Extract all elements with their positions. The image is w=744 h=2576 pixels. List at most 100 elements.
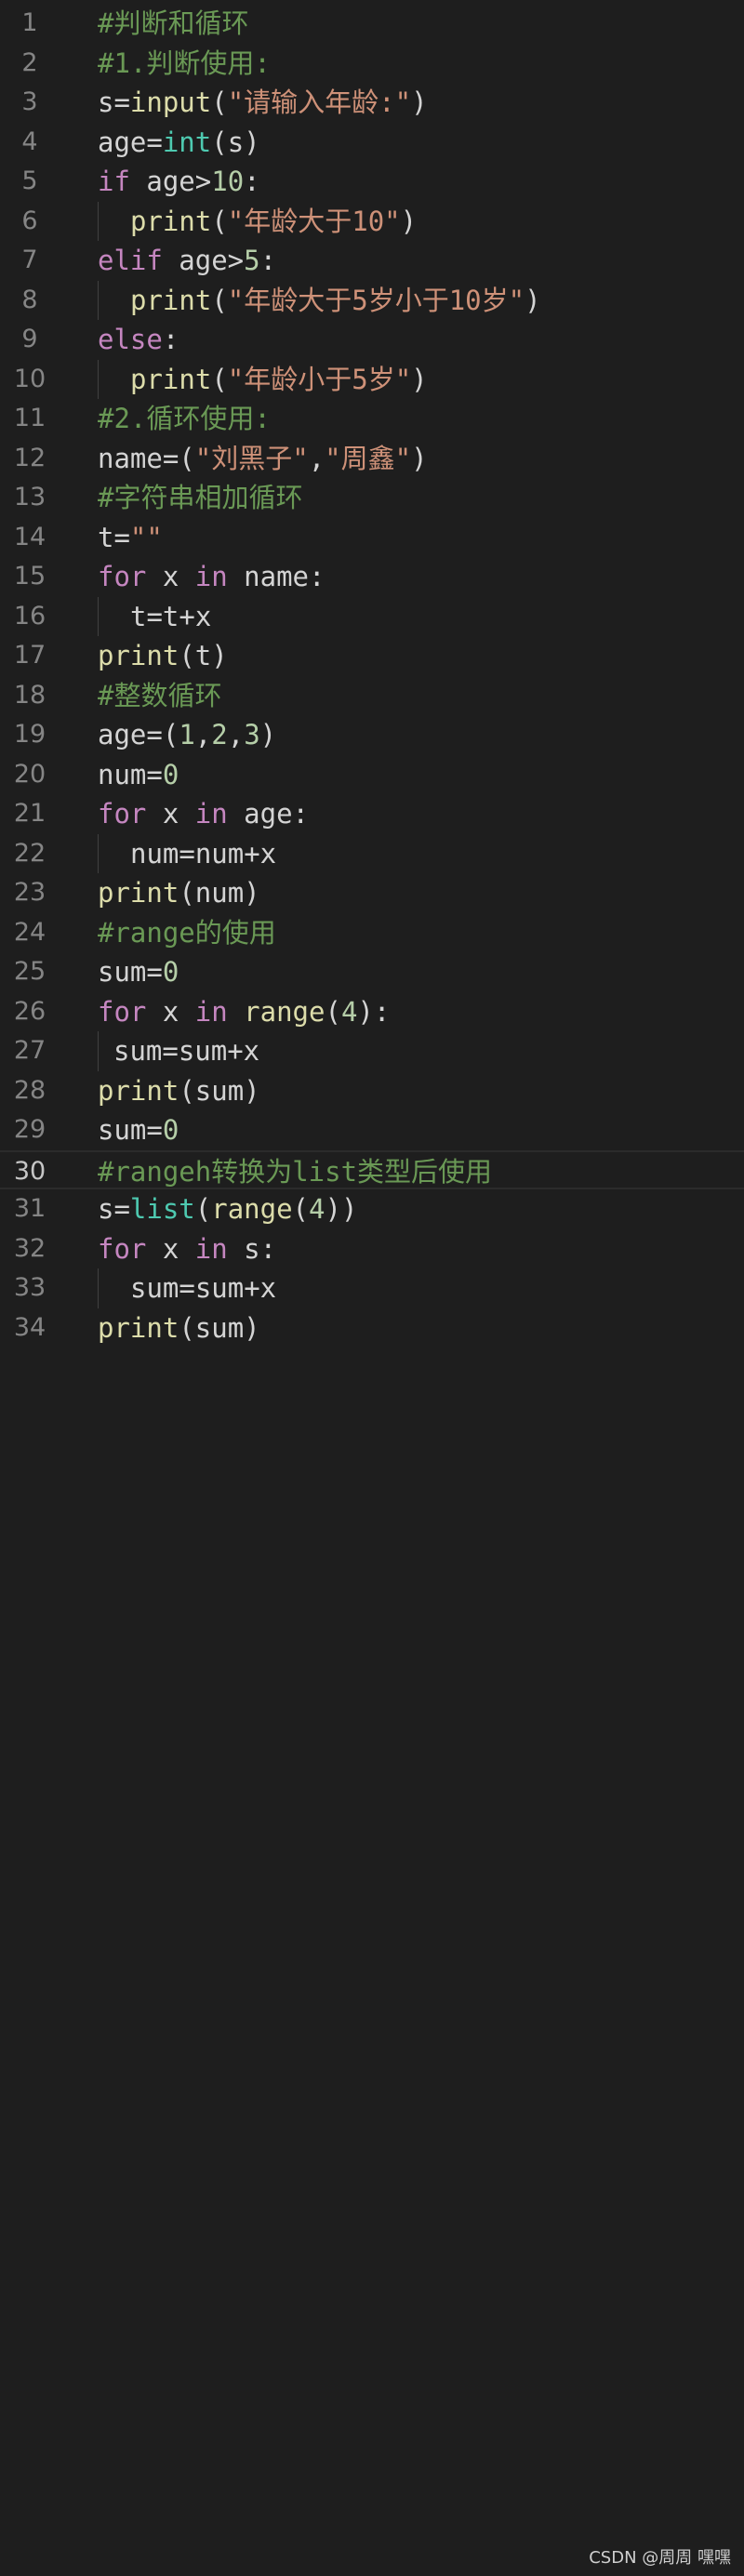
code-line[interactable]: 1 #判断和循环 — [0, 4, 744, 44]
token-string: "年龄大于5岁小于10岁" — [227, 284, 525, 316]
code-line[interactable]: 23 print(num) — [0, 873, 744, 913]
indent-guide — [98, 280, 99, 320]
code-line[interactable]: 15 for x in name: — [0, 557, 744, 597]
token-plain: age=( — [98, 719, 179, 750]
token-number: 0 — [162, 758, 179, 790]
code-line[interactable]: 27 sum=sum+x — [0, 1031, 744, 1071]
code-text: s=input("请输入年龄:") — [98, 83, 428, 123]
indent-guide — [98, 1268, 99, 1308]
line-number: 25 — [13, 957, 46, 986]
code-line[interactable]: 7 elif age>5: — [0, 241, 744, 281]
code-text: #range的使用 — [98, 913, 276, 953]
line-number: 1 — [21, 8, 38, 37]
token-plain: ( — [292, 1193, 310, 1225]
token-func: input — [129, 86, 212, 118]
token-func: print — [98, 877, 179, 909]
code-line[interactable]: 24 #range的使用 — [0, 913, 744, 953]
code-text: sum=sum+x — [130, 1268, 276, 1308]
token-keyword: for — [98, 561, 147, 592]
code-text: if age>10: — [98, 162, 260, 202]
token-plain: t=t+x — [130, 600, 212, 632]
code-line[interactable]: 31 s=list(range(4)) — [0, 1189, 744, 1229]
token-func: print — [130, 363, 212, 395]
code-line[interactable]: 19 age=(1,2,3) — [0, 715, 744, 755]
token-func: print — [98, 640, 179, 671]
line-number: 6 — [21, 206, 38, 235]
token-builtin: int — [162, 126, 212, 158]
line-number: 27 — [13, 1036, 46, 1065]
code-line[interactable]: 25 sum=0 — [0, 952, 744, 992]
code-line[interactable]: 12 name=("刘黑子","周鑫") — [0, 439, 744, 479]
code-text: age=(1,2,3) — [98, 715, 276, 755]
code-line[interactable]: 6 print("年龄大于10") — [0, 201, 744, 242]
line-number: 32 — [13, 1233, 46, 1263]
code-line[interactable]: 21 for x in age: — [0, 794, 744, 834]
code-line[interactable]: 10 print("年龄小于5岁") — [0, 359, 744, 399]
code-line[interactable]: 32 for x in s: — [0, 1229, 744, 1269]
token-comment: #rangeh转换为list类型后使用 — [98, 1155, 493, 1188]
code-line[interactable]: 18 #整数循环 — [0, 676, 744, 716]
token-plain: sum=sum+x — [130, 1272, 277, 1304]
line-number: 7 — [21, 246, 38, 274]
code-line[interactable]: 22 num=num+x — [0, 833, 744, 873]
line-number: 34 — [13, 1312, 46, 1342]
line-number: 24 — [13, 917, 46, 947]
token-keyword: if — [98, 166, 130, 197]
token-plain: sum=sum+x — [113, 1035, 260, 1067]
code-line[interactable]: 9 else: — [0, 320, 744, 360]
token-plain: : — [259, 245, 277, 276]
token-func: print — [130, 284, 212, 316]
indent-guide — [98, 201, 99, 241]
code-line[interactable]: 2 #1.判断使用: — [0, 44, 744, 84]
line-number: 33 — [13, 1273, 46, 1302]
code-text: name=("刘黑子","周鑫") — [98, 439, 428, 479]
code-line[interactable]: 17 print(t) — [0, 636, 744, 676]
code-editor[interactable]: 1 #判断和循环 2 #1.判断使用: 3 s=input("请输入年龄:") 4 age=i… — [0, 0, 744, 2576]
line-number: 26 — [13, 996, 46, 1026]
line-number: 18 — [13, 680, 46, 710]
code-line[interactable]: 16 t=t+x — [0, 596, 744, 636]
code-lines[interactable]: 1 #判断和循环 2 #1.判断使用: 3 s=input("请输入年龄:") 4 age=i… — [0, 4, 744, 1348]
token-comment: #字符串相加循环 — [98, 482, 303, 513]
code-text: print(t) — [98, 636, 228, 676]
indent-guide — [98, 359, 99, 399]
token-plain: name=( — [98, 442, 195, 474]
code-line[interactable]: 14 t="" — [0, 518, 744, 558]
code-line[interactable]: 30 #rangeh转换为list类型后使用 — [0, 1149, 744, 1189]
token-string: "年龄大于10" — [227, 205, 401, 237]
token-string: "" — [129, 521, 163, 553]
token-plain: : — [244, 166, 260, 197]
token-number: 2 — [211, 719, 228, 750]
code-line[interactable]: 34 print(sum) — [0, 1308, 744, 1348]
token-func: range — [211, 1193, 293, 1225]
token-plain: age> — [162, 245, 245, 276]
token-string: "请输入年龄:" — [227, 86, 412, 118]
code-text: print(sum) — [98, 1308, 260, 1348]
code-line[interactable]: 4 age=int(s) — [0, 123, 744, 163]
code-text: print("年龄大于5岁小于10岁") — [130, 281, 541, 321]
code-text: sum=0 — [98, 952, 179, 992]
token-plain: age: — [227, 798, 310, 830]
code-text: print("年龄大于10") — [130, 202, 417, 242]
token-keyword: in — [194, 561, 228, 592]
code-line[interactable]: 5 if age>10: — [0, 162, 744, 202]
token-plain: ): — [357, 995, 391, 1028]
code-line[interactable]: 11 #2.循环使用: — [0, 399, 744, 439]
code-line[interactable]: 3 s=input("请输入年龄:") — [0, 83, 744, 123]
token-plain: (sum) — [179, 1074, 260, 1107]
code-line[interactable]: 13 #字符串相加循环 — [0, 478, 744, 518]
token-plain: num=num+x — [130, 837, 277, 870]
code-line[interactable]: 20 num=0 — [0, 755, 744, 795]
token-plain: ( — [211, 284, 228, 316]
line-number: 17 — [13, 641, 46, 670]
code-line[interactable]: 29 sum=0 — [0, 1110, 744, 1150]
token-comment: #range的使用 — [98, 916, 276, 949]
token-keyword: in — [194, 798, 228, 830]
code-line[interactable]: 26 for x in range(4): — [0, 992, 744, 1032]
code-line[interactable]: 8 print("年龄大于5岁小于10岁") — [0, 280, 744, 321]
token-plain: )) — [325, 1193, 358, 1225]
line-number: 31 — [13, 1194, 46, 1223]
code-line[interactable]: 28 print(sum) — [0, 1071, 744, 1111]
code-line[interactable]: 33 sum=sum+x — [0, 1268, 744, 1308]
watermark: CSDN @周周 嘿嘿 — [589, 2548, 731, 2568]
